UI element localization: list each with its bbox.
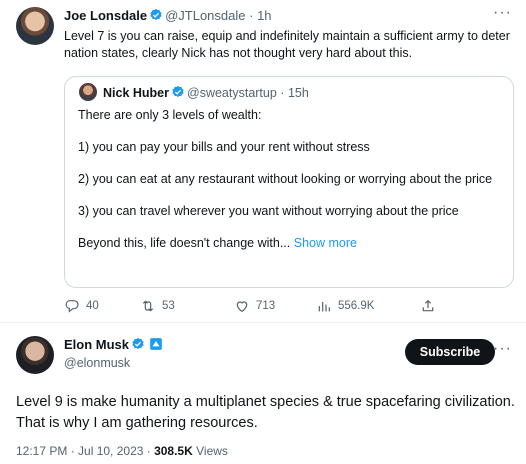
repost-button[interactable]: 53 bbox=[140, 298, 175, 314]
quote-line-truncated: Beyond this, life doesn't change with...… bbox=[78, 235, 503, 252]
author-handle[interactable]: @JTLonsdale bbox=[165, 8, 245, 23]
verified-icon bbox=[172, 85, 184, 98]
avatar[interactable] bbox=[16, 7, 54, 45]
views-button[interactable]: 556.9K bbox=[316, 298, 374, 314]
quote-text: There are only 3 levels of wealth: 1) yo… bbox=[78, 107, 503, 252]
subscribe-button[interactable]: Subscribe bbox=[405, 339, 495, 365]
repost-count: 53 bbox=[162, 300, 175, 312]
author-name-row: Elon Musk bbox=[64, 337, 165, 352]
verified-icon bbox=[132, 337, 144, 350]
quote-time: 15h bbox=[287, 86, 309, 100]
quote-line: 3) you can travel wherever you want with… bbox=[78, 204, 459, 218]
verified-icon bbox=[150, 8, 162, 21]
tweet-header: Joe Lonsdale @JTLonsdale · 1h bbox=[64, 8, 272, 23]
quote-avatar bbox=[79, 83, 97, 101]
tweet-joe-lonsdale[interactable]: Joe Lonsdale @JTLonsdale · 1h ··· Level 7… bbox=[0, 0, 526, 322]
author-name[interactable]: Elon Musk bbox=[64, 337, 129, 352]
views-icon bbox=[318, 302, 330, 312]
quoted-tweet[interactable]: Nick Huber @sweatystartup · 15h There are… bbox=[64, 76, 514, 288]
separator-dot: · bbox=[249, 8, 254, 23]
like-button[interactable]: 713 bbox=[234, 298, 275, 314]
quote-line: 1) you can pay your bills and your rent … bbox=[78, 140, 370, 154]
share-icon bbox=[422, 299, 434, 312]
like-icon bbox=[236, 301, 248, 313]
views-count: 556.9K bbox=[338, 300, 375, 312]
show-more-link[interactable]: Show more bbox=[294, 236, 357, 250]
reply-count: 40 bbox=[86, 300, 99, 312]
views-count: 308.5K bbox=[154, 444, 193, 458]
tweet-meta: 12:17 PM · Jul 10, 2023 · 308.5K Views bbox=[16, 444, 228, 458]
tweet-time[interactable]: 1h bbox=[257, 8, 271, 23]
avatar[interactable] bbox=[16, 336, 54, 374]
share-button[interactable] bbox=[420, 298, 436, 314]
repost-icon bbox=[142, 300, 154, 312]
quote-line: There are only 3 levels of wealth: bbox=[78, 108, 262, 122]
author-name[interactable]: Joe Lonsdale bbox=[64, 8, 147, 23]
tweet-text: Level 7 is you can raise, equip and inde… bbox=[64, 29, 510, 60]
quote-line: Beyond this, life doesn't change with... bbox=[78, 236, 291, 250]
like-count: 713 bbox=[256, 300, 276, 312]
author-handle[interactable]: @elonmusk bbox=[64, 356, 130, 370]
tweet-timestamp[interactable]: 12:17 PM · Jul 10, 2023 · bbox=[16, 444, 154, 458]
separator-dot: · bbox=[280, 86, 285, 100]
subscription-badge-icon bbox=[150, 338, 162, 350]
tweet-actions: 40 53 713 556.9K bbox=[64, 298, 444, 318]
reply-icon bbox=[65, 300, 79, 313]
more-icon[interactable]: ··· bbox=[493, 340, 512, 358]
reply-button[interactable]: 40 bbox=[64, 298, 99, 314]
quote-header: Nick Huber @sweatystartup · 15h bbox=[103, 85, 309, 100]
divider bbox=[0, 322, 526, 323]
more-icon[interactable]: ··· bbox=[493, 4, 512, 22]
quote-author-handle: @sweatystartup bbox=[187, 86, 277, 100]
quote-author-name: Nick Huber bbox=[103, 86, 169, 100]
quote-line: 2) you can eat at any restaurant without… bbox=[78, 172, 493, 186]
tweet-text: Level 9 is make humanity a multiplanet s… bbox=[16, 394, 515, 431]
views-label: Views bbox=[192, 444, 228, 458]
